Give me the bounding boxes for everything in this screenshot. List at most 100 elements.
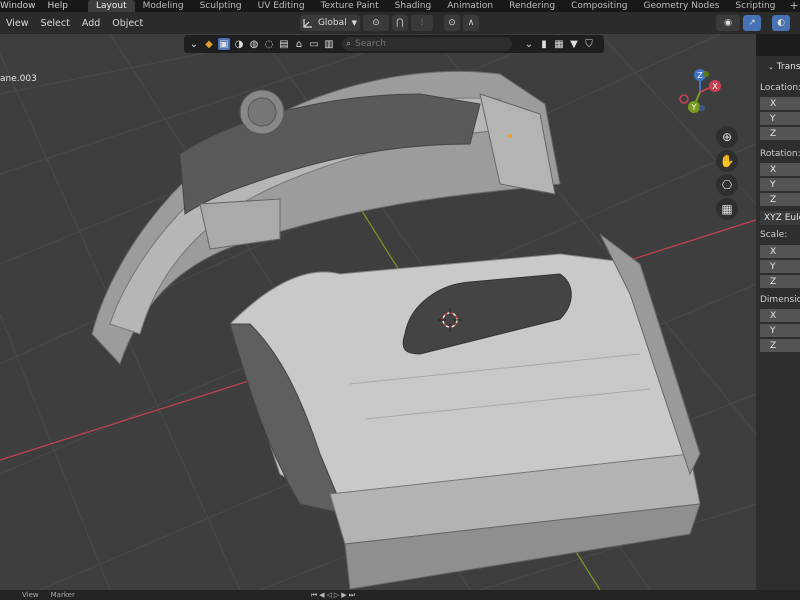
- transform-title-text: Transfo: [776, 62, 800, 72]
- overlay-toggle[interactable]: ◐: [772, 15, 790, 31]
- pan-button[interactable]: ✋: [716, 150, 738, 172]
- gizmo-x-label: X: [712, 82, 718, 91]
- tab-texture-paint[interactable]: Texture Paint: [313, 0, 387, 12]
- search-icon: ⌕: [346, 39, 352, 49]
- tab-modeling[interactable]: Modeling: [135, 0, 192, 12]
- snap-increment-icon: ⫶: [420, 18, 424, 28]
- tab-sculpting[interactable]: Sculpting: [192, 0, 250, 12]
- transform-panel-title[interactable]: ⌄ Transfo: [756, 56, 800, 72]
- zoom-button[interactable]: ⊕: [716, 126, 738, 148]
- snap-target-dropdown[interactable]: ⫶: [411, 15, 433, 31]
- tab-geometry-nodes[interactable]: Geometry Nodes: [636, 0, 728, 12]
- car-front-mesh: [91, 70, 701, 590]
- dimensions-y-field[interactable]: Y: [760, 324, 800, 338]
- rotate-icon[interactable]: ◌: [263, 38, 275, 50]
- scale-label: Scale:: [760, 230, 788, 240]
- proportional-edit-toggle[interactable]: ⊙: [444, 15, 460, 31]
- gizmo-neg-x-handle: [679, 94, 689, 104]
- menu-help[interactable]: Help: [42, 0, 75, 12]
- bookmark-icon[interactable]: ▮: [538, 38, 550, 50]
- scale-y-field[interactable]: Y: [760, 260, 800, 274]
- viewport-tool-header: ⌄ ◆ ▣ ◑ ◍ ◌ ▤ ⌂ ▭ ▥ ⌕ ⌄ ▮ ▦ ▼ ⛉: [184, 35, 604, 53]
- menu-object[interactable]: Object: [106, 18, 149, 29]
- camera-icon: ⎔: [721, 178, 733, 192]
- workspace-tabs: Layout Modeling Sculpting UV Editing Tex…: [88, 0, 800, 12]
- active-object-name: ane.003: [0, 74, 37, 84]
- object-origin-dot: [508, 134, 512, 138]
- measure-icon[interactable]: ▥: [323, 38, 335, 50]
- snap-toggle[interactable]: ⋂: [392, 15, 408, 31]
- menu-select[interactable]: Select: [35, 18, 76, 29]
- add-workspace-button[interactable]: +: [783, 0, 800, 12]
- rotation-label: Rotation:: [760, 149, 800, 159]
- collapse-chevron-icon[interactable]: ⌄: [188, 38, 200, 50]
- sidebar-n-panel: ⌄ Transfo Location: X Y Z Rotation: X Y …: [756, 56, 800, 590]
- pivot-point-dropdown[interactable]: ⊙: [363, 15, 389, 31]
- location-z-field[interactable]: Z: [760, 127, 800, 141]
- search-input[interactable]: [355, 39, 496, 49]
- rotation-z-field[interactable]: Z: [760, 193, 800, 207]
- magnet-icon: ⋂: [396, 18, 404, 28]
- tab-animation[interactable]: Animation: [439, 0, 501, 12]
- timeline-menu-view[interactable]: View: [16, 591, 45, 599]
- rotation-x-field[interactable]: X: [760, 163, 800, 177]
- dimensions-x-field[interactable]: X: [760, 309, 800, 323]
- location-label: Location:: [760, 83, 800, 93]
- shield-icon[interactable]: ⛉: [583, 38, 595, 50]
- gizmo-icon: ↗: [748, 18, 756, 28]
- timeline-header: View Marker ⏮◀◁▷▶⏭: [0, 590, 800, 600]
- gizmo-neg-z-handle: [699, 105, 705, 111]
- 3d-viewport[interactable]: ⌄ ◆ ▣ ◑ ◍ ◌ ▤ ⌂ ▭ ▥ ⌕ ⌄ ▮ ▦ ▼ ⛉ ane.003 …: [0, 34, 756, 590]
- pivot-icon: ⊙: [372, 18, 380, 28]
- move-icon[interactable]: ◍: [248, 38, 260, 50]
- tab-layout[interactable]: Layout: [88, 0, 135, 12]
- rotation-y-field[interactable]: Y: [760, 178, 800, 192]
- menu-window[interactable]: Window: [0, 0, 42, 12]
- location-x-field[interactable]: X: [760, 97, 800, 111]
- hand-icon: ✋: [719, 154, 735, 168]
- cursor-icon[interactable]: ◑: [233, 38, 245, 50]
- orientation-axes-icon: [303, 19, 312, 28]
- tab-scripting[interactable]: Scripting: [727, 0, 783, 12]
- dimensions-z-field[interactable]: Z: [760, 339, 800, 353]
- overlay-icon: ◐: [777, 18, 785, 28]
- gizmo-toggle[interactable]: ↗: [743, 15, 761, 31]
- scale-x-field[interactable]: X: [760, 245, 800, 259]
- playback-controls-icon[interactable]: ⏮◀◁▷▶⏭: [311, 591, 357, 600]
- rotation-mode-dropdown[interactable]: XYZ Eule: [760, 211, 800, 225]
- falloff-dropdown[interactable]: ∧: [463, 15, 479, 31]
- layout-icon[interactable]: ▦: [553, 38, 565, 50]
- location-y-field[interactable]: Y: [760, 112, 800, 126]
- timeline-menu-marker[interactable]: Marker: [45, 591, 81, 599]
- menu-add[interactable]: Add: [76, 18, 106, 29]
- camera-view-button[interactable]: ⎔: [716, 174, 738, 196]
- tab-rendering[interactable]: Rendering: [501, 0, 563, 12]
- perspective-toggle-button[interactable]: ▦: [716, 198, 738, 220]
- funnel-icon[interactable]: ▼: [568, 38, 580, 50]
- filter-chevron-icon[interactable]: ⌄: [523, 38, 535, 50]
- annotate-icon[interactable]: ▭: [308, 38, 320, 50]
- falloff-curve-icon: ∧: [467, 18, 475, 28]
- eye-icon: ◉: [724, 18, 732, 28]
- object-type-icon[interactable]: ◆: [203, 38, 215, 50]
- menu-view[interactable]: View: [0, 18, 35, 29]
- viewport-header: View Select Add Object Global ▼ ⊙ ⋂ ⫶ ⊙ …: [0, 12, 800, 34]
- tab-compositing[interactable]: Compositing: [563, 0, 635, 12]
- dimensions-label: Dimension: [760, 295, 800, 305]
- gizmo-y-label: Y: [691, 103, 697, 112]
- gizmo-neg-y-handle: [703, 71, 709, 77]
- object-visibility-dropdown[interactable]: ◉: [716, 15, 740, 31]
- select-box-icon[interactable]: ▣: [218, 38, 230, 50]
- scale-icon[interactable]: ▤: [278, 38, 290, 50]
- scale-z-field[interactable]: Z: [760, 275, 800, 289]
- tab-shading[interactable]: Shading: [387, 0, 440, 12]
- transform-orientation-label: Global: [317, 18, 347, 28]
- search-field[interactable]: ⌕: [342, 37, 512, 51]
- gizmo-z-label: Z: [697, 71, 703, 80]
- transform-orientation-dropdown[interactable]: Global ▼: [300, 15, 360, 31]
- transform-icon[interactable]: ⌂: [293, 38, 305, 50]
- navigation-gizmo[interactable]: Z X Y: [676, 68, 724, 116]
- top-menu-bar: Window Help Layout Modeling Sculpting UV…: [0, 0, 800, 12]
- tab-uv-editing[interactable]: UV Editing: [250, 0, 313, 12]
- grid-perspective-icon: ▦: [721, 202, 733, 216]
